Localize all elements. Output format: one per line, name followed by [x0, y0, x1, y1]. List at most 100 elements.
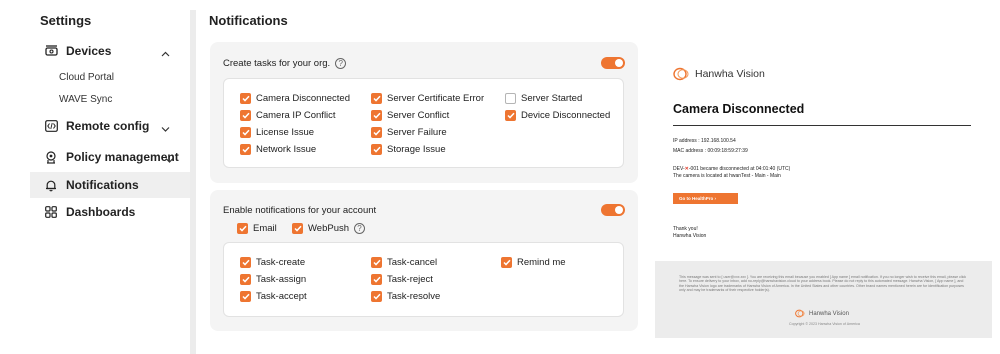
account-notifications-toggle[interactable] — [601, 204, 625, 216]
checkbox-remind-me[interactable]: Remind me — [501, 257, 566, 268]
checkbox-email[interactable]: Email — [237, 223, 277, 234]
checkbox-checked-icon — [240, 257, 251, 268]
checkbox-server-started[interactable]: Server Started — [505, 93, 582, 104]
email-preview: Hanwha Vision Camera Disconnected IP add… — [655, 40, 992, 338]
checkbox-camera-ip-conflict[interactable]: Camera IP Conflict — [240, 110, 336, 121]
bell-icon — [44, 178, 58, 192]
help-icon[interactable]: ? — [354, 223, 366, 234]
checkbox-license-issue[interactable]: License Issue — [240, 127, 314, 138]
sidebar-item-dashboards[interactable]: Dashboards — [30, 199, 190, 225]
checkbox-checked-icon — [371, 274, 382, 285]
checkbox-checked-icon — [371, 291, 382, 302]
checkbox-label: Camera IP Conflict — [256, 110, 336, 121]
page-title: Notifications — [209, 13, 288, 28]
org-tasks-heading-text: Create tasks for your org. — [223, 58, 331, 69]
sidebar-item-label: Dashboards — [66, 205, 136, 219]
signature-line: Hanwha Vision — [673, 233, 707, 239]
sidebar-item-label: Policy management — [66, 150, 179, 164]
checkbox-network-issue[interactable]: Network Issue — [240, 144, 316, 155]
sidebar-item-label: Notifications — [66, 178, 139, 192]
checkbox-checked-icon — [240, 127, 251, 138]
footer-copyright: Copyright © 2023 Hanwha Vision of Americ… — [789, 322, 860, 326]
ip-address-line: IP address : 192.168.100.54 — [673, 138, 736, 144]
event-text: -001 became disconnected at 04:01:40 (UT… — [688, 166, 791, 172]
checkbox-task-assign[interactable]: Task-assign — [240, 274, 306, 285]
hanwha-logo-icon — [795, 309, 805, 318]
org-tasks-heading: Create tasks for your org. ? — [223, 58, 347, 69]
checkbox-task-reject[interactable]: Task-reject — [371, 274, 433, 285]
checkbox-label: Task-assign — [256, 274, 307, 285]
email-divider — [673, 125, 971, 126]
checkbox-server-conflict[interactable]: Server Conflict — [371, 110, 449, 121]
policy-icon — [44, 150, 58, 164]
checkbox-server-certificate-error[interactable]: Server Certificate Error — [371, 93, 484, 104]
sidebar-item-label: Devices — [66, 44, 112, 58]
grid-icon — [44, 205, 58, 219]
checkbox-checked-icon — [371, 144, 382, 155]
checkbox-checked-icon — [240, 144, 251, 155]
checkbox-checked-icon — [371, 93, 382, 104]
checkbox-label: Task-cancel — [387, 257, 438, 268]
checkbox-label: Storage Issue — [387, 144, 446, 155]
checkbox-label: License Issue — [256, 127, 315, 138]
checkbox-checked-icon — [505, 110, 516, 121]
brand-name: Hanwha Vision — [695, 68, 765, 80]
checkbox-checked-icon — [237, 223, 248, 234]
checkbox-task-accept[interactable]: Task-accept — [240, 291, 307, 302]
footer-brand-name: Hanwha Vision — [809, 310, 849, 317]
org-tasks-toggle[interactable] — [601, 57, 625, 69]
account-notifications-card: Enable notifications for your account Em… — [210, 190, 638, 331]
sidebar-subitem-wave-sync[interactable]: WAVE Sync — [59, 94, 112, 105]
sidebar-item-notifications[interactable]: Notifications — [30, 172, 190, 198]
sidebar-title: Settings — [40, 13, 92, 28]
checkbox-label: Server Conflict — [387, 110, 450, 121]
checkbox-label: Server Certificate Error — [387, 93, 485, 104]
checkbox-checked-icon — [501, 257, 512, 268]
checkbox-label: Server Failure — [387, 127, 447, 138]
hanwha-logo-icon — [673, 67, 689, 81]
footer-disclaimer: This message was sent to [ user@xxx.xxx … — [679, 275, 967, 293]
checkbox-server-failure[interactable]: Server Failure — [371, 127, 447, 138]
checkbox-checked-icon — [240, 274, 251, 285]
checkbox-label: Device Disconnected — [521, 110, 611, 121]
checkbox-checked-icon — [240, 291, 251, 302]
checkbox-label: Server Started — [521, 93, 583, 104]
checkbox-task-resolve[interactable]: Task-resolve — [371, 291, 440, 302]
sidebar-subitem-cloud-portal[interactable]: Cloud Portal — [59, 72, 114, 83]
checkbox-storage-issue[interactable]: Storage Issue — [371, 144, 446, 155]
chevron-down-icon — [161, 121, 170, 135]
code-icon — [44, 119, 58, 133]
checkbox-task-cancel[interactable]: Task-cancel — [371, 257, 437, 268]
brand-logo: Hanwha Vision — [673, 67, 765, 81]
checkbox-webpush[interactable]: WebPush ? — [292, 223, 366, 234]
checkbox-label: Email — [253, 223, 277, 234]
chevron-up-icon — [161, 46, 170, 60]
event-prefix: DEV- — [673, 166, 685, 172]
checkbox-checked-icon — [371, 110, 382, 121]
org-tasks-options: Camera Disconnected Camera IP Conflict L… — [223, 78, 624, 168]
help-icon[interactable]: ? — [335, 58, 347, 69]
sidebar-item-devices[interactable]: Devices — [30, 38, 190, 64]
account-notifications-options: Task-create Task-assign Task-accept Task… — [223, 242, 624, 317]
checkbox-checked-icon — [240, 110, 251, 121]
footer-brand-logo: Hanwha Vision — [795, 309, 849, 318]
email-footer: This message was sent to [ user@xxx.xxx … — [655, 261, 992, 338]
sidebar-item-remote-config[interactable]: Remote config — [30, 113, 190, 139]
account-notifications-heading: Enable notifications for your account — [223, 205, 377, 216]
checkbox-device-disconnected[interactable]: Device Disconnected — [505, 110, 610, 121]
checkbox-checked-icon — [371, 127, 382, 138]
sidebar-item-label: Remote config — [66, 119, 150, 133]
checkbox-label: Remind me — [517, 257, 566, 268]
org-tasks-card: Create tasks for your org. ? Camera Disc… — [210, 42, 638, 183]
checkbox-task-create[interactable]: Task-create — [240, 257, 305, 268]
checkbox-checked-icon — [371, 257, 382, 268]
checkbox-label: Task-create — [256, 257, 306, 268]
go-to-healthpro-button[interactable]: Go to HealthPro › — [673, 193, 738, 204]
email-title: Camera Disconnected — [673, 102, 805, 116]
sidebar-item-policy-management[interactable]: Policy management — [30, 144, 190, 170]
sidebar-divider — [190, 10, 196, 354]
checkbox-label: Task-reject — [387, 274, 433, 285]
checkbox-camera-disconnected[interactable]: Camera Disconnected — [240, 93, 350, 104]
checkbox-checked-icon — [240, 93, 251, 104]
location-line: The camera is located at hwanTest - Main… — [673, 173, 781, 179]
